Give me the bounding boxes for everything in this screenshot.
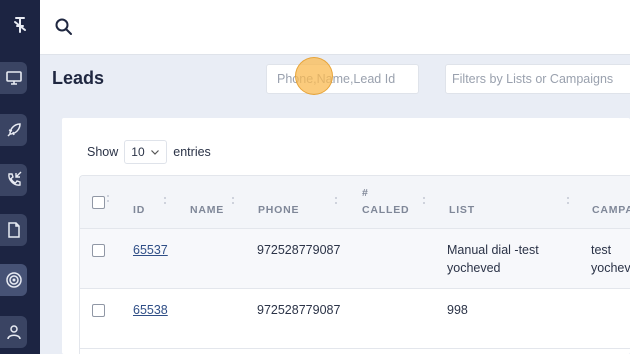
sidebar-item-target[interactable] [0, 264, 27, 296]
column-header-called-hash[interactable]: # [362, 186, 369, 200]
logo-icon[interactable] [0, 10, 40, 40]
campaign-cell-line2: yochev [591, 261, 630, 275]
page-header: Leads [40, 56, 630, 102]
top-bar [40, 0, 630, 55]
sidebar-item-monitor[interactable] [0, 62, 27, 94]
filters-input[interactable] [445, 64, 630, 94]
search-icon[interactable] [54, 17, 74, 37]
entries-select[interactable]: 10 [124, 140, 168, 164]
sidebar-item-rocket[interactable] [0, 114, 27, 146]
lead-id-link[interactable]: 65537 [133, 241, 168, 259]
sort-icon [231, 196, 235, 206]
sidebar-item-calls[interactable] [0, 164, 27, 196]
sort-icon [334, 196, 338, 206]
lead-id-link[interactable]: 65538 [133, 301, 168, 319]
row-checkbox[interactable] [92, 304, 105, 317]
show-label: Show [87, 145, 119, 159]
user-icon [6, 325, 21, 340]
sort-icon [422, 196, 426, 206]
quick-search-input[interactable] [266, 64, 419, 94]
sidebar-item-user[interactable] [0, 316, 27, 348]
phone-cell: 972528779087 [257, 303, 341, 317]
column-header-list[interactable]: LIST [449, 203, 475, 217]
sort-icon [106, 194, 110, 204]
column-header-campaign[interactable]: CAMPA [592, 203, 630, 217]
sort-icon [566, 196, 570, 206]
phone-callback-icon [7, 171, 21, 186]
monitor-icon [5, 71, 22, 85]
column-header-id[interactable]: ID [133, 203, 145, 217]
phone-cell: 972528779087 [257, 243, 341, 257]
column-header-called[interactable]: CALLED [362, 203, 409, 217]
leads-card: Show 10 entries ID NAME PHONE # CALLED L… [62, 118, 630, 354]
page-title: Leads [52, 68, 105, 88]
column-header-phone[interactable]: PHONE [258, 203, 299, 217]
list-cell: 998 [447, 303, 468, 317]
entries-suffix: entries [173, 145, 211, 159]
campaign-cell: test [591, 243, 612, 257]
target-icon [5, 272, 22, 288]
chevron-down-icon [151, 150, 160, 155]
list-cell-line2: yocheved [447, 261, 501, 275]
table-row[interactable]: 65538 972528779087 998 [80, 289, 630, 349]
entries-value: 10 [131, 145, 145, 159]
table-header: ID NAME PHONE # CALLED LIST CAMPA [80, 176, 630, 229]
sidebar [0, 0, 40, 354]
select-all-checkbox[interactable] [92, 196, 105, 209]
sidebar-item-documents[interactable] [0, 214, 27, 246]
row-checkbox[interactable] [92, 244, 105, 257]
document-icon [7, 222, 20, 238]
sort-icon [163, 196, 167, 206]
list-cell: Manual dial -test [447, 243, 539, 257]
entries-control: Show 10 entries [87, 140, 211, 164]
table-row[interactable]: 65537 972528779087 Manual dial -test yoc… [80, 229, 630, 289]
column-header-name[interactable]: NAME [190, 203, 224, 217]
rocket-icon [6, 123, 21, 137]
leads-table: ID NAME PHONE # CALLED LIST CAMPA 65537 … [79, 175, 630, 354]
